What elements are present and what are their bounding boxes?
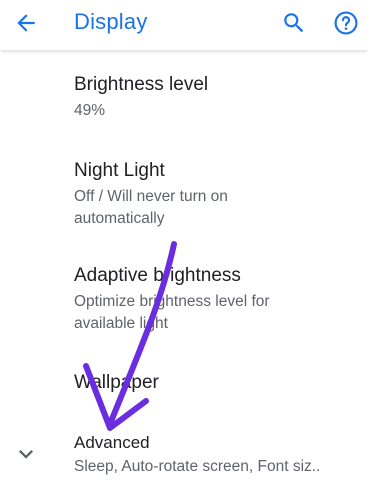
pref-summary: Off / Will never turn on automatically (74, 188, 228, 227)
pref-title: Advanced (74, 433, 150, 452)
page-title: Display (74, 9, 148, 34)
pref-night-light[interactable]: Night Light Off / Will never turn on aut… (74, 159, 358, 230)
pref-title: Adaptive brightness (74, 265, 241, 286)
pref-wallpaper[interactable]: Wallpaper (74, 371, 358, 395)
pref-adaptive-brightness[interactable]: Adaptive brightness Optimize brightness … (74, 264, 358, 335)
display-settings-screen: Display Brightness level 49% Night Light… (0, 0, 368, 491)
pref-title: Wallpaper (74, 372, 159, 393)
pref-summary: 49% (74, 102, 106, 119)
help-button[interactable] (324, 1, 368, 45)
back-button[interactable] (4, 1, 48, 45)
chevron-down-icon[interactable] (12, 440, 40, 468)
pref-title: Brightness level (74, 74, 209, 95)
pref-summary: Sleep, Auto-rotate screen, Font siz.. (74, 458, 321, 475)
pref-summary: Optimize brightness level for available … (74, 293, 270, 332)
pref-brightness-level[interactable]: Brightness level 49% (74, 73, 358, 122)
app-bar: Display (0, 0, 368, 50)
pref-advanced[interactable]: Advanced Sleep, Auto-rotate screen, Font… (74, 432, 358, 478)
pref-title: Night Light (74, 160, 165, 181)
arrow-back-icon (17, 14, 35, 32)
search-icon (284, 13, 304, 33)
search-button[interactable] (272, 1, 316, 45)
help-icon (334, 11, 358, 35)
